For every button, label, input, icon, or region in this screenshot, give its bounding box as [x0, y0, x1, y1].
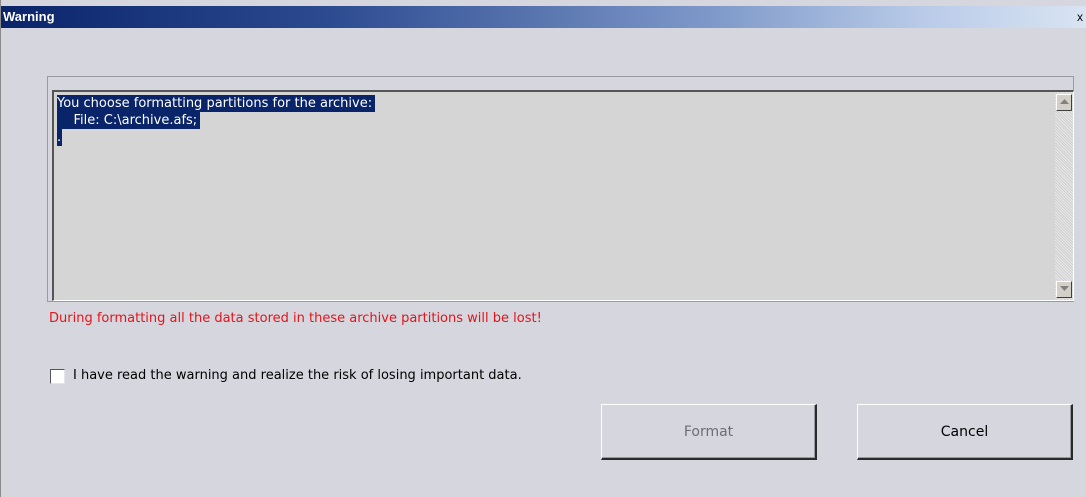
cancel-button-label: Cancel	[940, 423, 989, 440]
title-bar[interactable]: Warning x	[1, 6, 1086, 28]
message-line: File: C:\archive.afs;	[57, 112, 201, 129]
message-text: You choose formatting partitions for the…	[57, 95, 376, 146]
cancel-button[interactable]: Cancel	[857, 404, 1073, 460]
scroll-up-button[interactable]	[1056, 94, 1072, 111]
close-icon[interactable]: x	[1077, 9, 1086, 25]
arrow-down-icon	[1060, 286, 1069, 291]
message-textarea[interactable]: You choose formatting partitions for the…	[52, 90, 1074, 301]
acknowledge-checkbox[interactable]	[50, 369, 65, 384]
format-button-label: Format	[683, 423, 734, 440]
scroll-down-button[interactable]	[1056, 281, 1072, 298]
acknowledge-label[interactable]: I have read the warning and realize the …	[73, 368, 522, 383]
vertical-scrollbar[interactable]	[1055, 92, 1073, 300]
arrow-up-icon	[1060, 99, 1069, 104]
window-title: Warning	[3, 9, 55, 24]
message-line: .	[57, 129, 63, 146]
data-loss-warning: During formatting all the data stored in…	[49, 311, 542, 326]
format-button[interactable]: Format	[601, 404, 817, 460]
message-line: You choose formatting partitions for the…	[57, 95, 376, 112]
warning-dialog: Warning x You choose formatting partitio…	[0, 0, 1086, 497]
